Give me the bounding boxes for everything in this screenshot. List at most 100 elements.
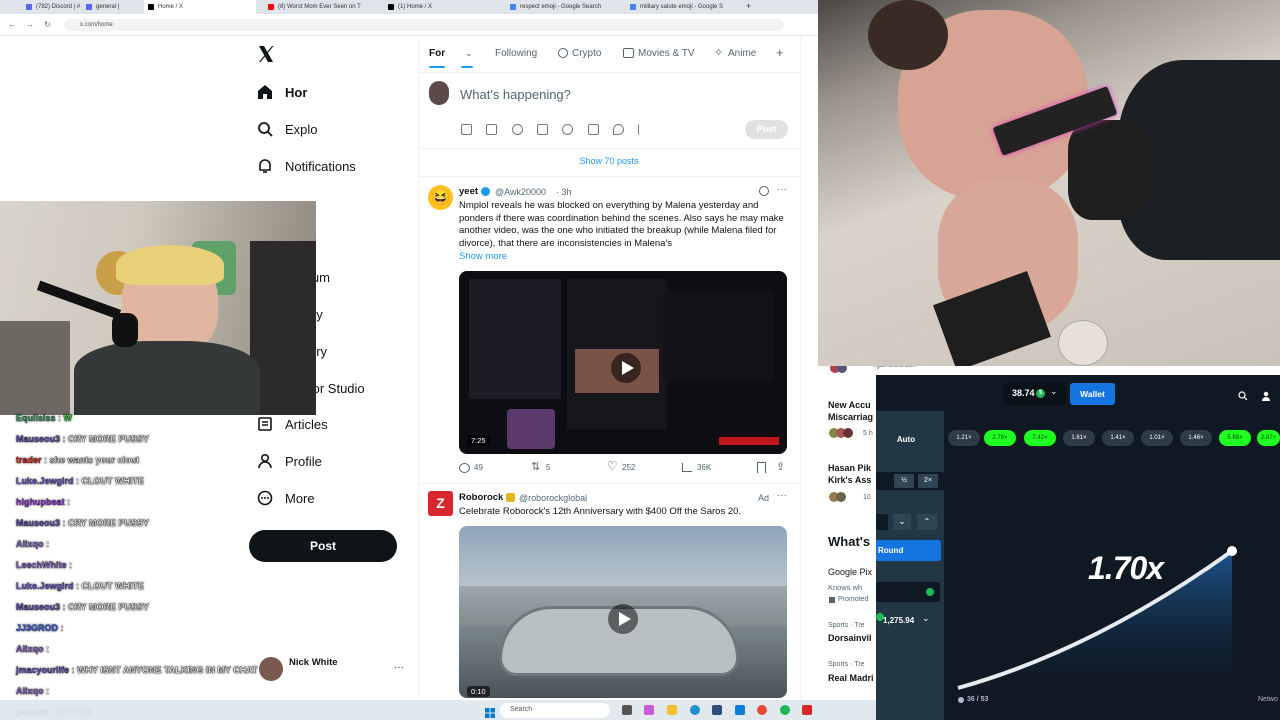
trend-title[interactable]: Real Madri xyxy=(828,673,874,683)
reply-icon[interactable] xyxy=(459,463,470,473)
tab-anime[interactable]: Anime xyxy=(728,48,756,59)
location-icon[interactable] xyxy=(613,124,624,135)
url-input[interactable]: x.com/home xyxy=(64,19,784,31)
wallet-button[interactable]: Wallet xyxy=(1070,383,1115,405)
poll-icon[interactable] xyxy=(537,124,548,135)
multiplier-pill[interactable]: 1.41× xyxy=(1102,430,1134,446)
post-button[interactable]: Post xyxy=(249,530,397,562)
chat-username[interactable]: Mauseou3 xyxy=(16,518,60,528)
tweet-video[interactable]: 7:25 xyxy=(459,271,787,454)
tweet-author-name[interactable]: yeet xyxy=(459,186,478,197)
trend-title[interactable]: Hasan Pik Kirk's Ass xyxy=(828,462,876,486)
tweet-time[interactable]: · 3h xyxy=(556,187,572,197)
taskbar-app-icon[interactable] xyxy=(644,705,654,715)
tweet-author-name[interactable]: Roborock xyxy=(459,492,503,503)
show-more-link[interactable]: Show more xyxy=(459,251,507,262)
share-icon[interactable]: ⇪ xyxy=(776,460,785,473)
auto-tab[interactable]: Auto xyxy=(884,430,928,450)
image-icon[interactable] xyxy=(461,124,472,135)
browser-tab[interactable]: respect emoji - Google Search xyxy=(506,0,622,14)
taskbar-app-icon[interactable] xyxy=(802,705,812,715)
spotify-icon[interactable] xyxy=(780,705,790,715)
like-icon[interactable]: ♡ xyxy=(607,459,618,473)
tweet-more-icon[interactable]: ··· xyxy=(777,184,787,195)
multiplier-pill[interactable]: 1.01× xyxy=(1141,430,1173,446)
play-button-icon[interactable] xyxy=(611,353,641,383)
chevron-down-icon[interactable]: ⌄ xyxy=(1050,386,1058,397)
stepper[interactable] xyxy=(876,514,888,530)
account-more-icon[interactable]: ··· xyxy=(394,662,404,673)
bookmark-icon[interactable] xyxy=(757,462,766,473)
tab-following[interactable]: Following xyxy=(495,48,537,59)
grok-icon[interactable] xyxy=(759,186,769,196)
add-tab-icon[interactable]: + xyxy=(776,45,784,60)
multiplier-pill[interactable]: 1.21× xyxy=(948,430,980,446)
multiplier-pill[interactable]: 1.46× xyxy=(1180,430,1212,446)
chrome-icon[interactable] xyxy=(757,705,767,715)
browser-tab-active[interactable]: Home / X xyxy=(144,0,256,14)
flag-icon[interactable] xyxy=(638,124,649,135)
ad-video[interactable]: 0:10 xyxy=(459,526,787,698)
trend-title[interactable]: New Accu Miscarriag xyxy=(828,399,876,423)
tweet-handle[interactable]: @Awk20000 xyxy=(495,187,546,197)
search-icon[interactable] xyxy=(1238,388,1248,401)
multiplier-pill[interactable]: 2.76× xyxy=(984,430,1016,446)
reload-icon[interactable]: ↻ xyxy=(44,20,51,29)
chat-username[interactable]: Mauseou3 xyxy=(16,602,60,612)
chat-username[interactable]: Equilsiss xyxy=(16,413,56,423)
play-button-icon[interactable] xyxy=(608,604,638,634)
new-tab-icon[interactable]: + xyxy=(746,1,751,11)
chevron-up-icon[interactable]: ⌃ xyxy=(917,514,937,530)
gif-icon[interactable] xyxy=(486,124,497,135)
trend-title[interactable]: Dorsainvil xyxy=(828,633,872,643)
file-explorer-icon[interactable] xyxy=(667,705,677,715)
browser-tab[interactable]: military salute emoji - Google S xyxy=(626,0,730,14)
nav-home[interactable]: Hor xyxy=(257,80,307,104)
chat-username[interactable]: LeechWhite xyxy=(16,560,67,570)
edge-icon[interactable] xyxy=(690,705,700,715)
windows-start-icon[interactable] xyxy=(485,705,495,718)
roborock-logo-icon[interactable]: Z xyxy=(428,491,453,516)
user-icon[interactable] xyxy=(1261,388,1271,401)
browser-tab[interactable]: general | xyxy=(82,0,144,14)
chevron-down-icon[interactable]: ⌄ xyxy=(922,613,930,624)
mail-icon[interactable] xyxy=(735,705,745,715)
emoji-icon[interactable] xyxy=(562,124,573,135)
tab-crypto[interactable]: Crypto xyxy=(572,48,601,59)
chevron-down-icon[interactable]: ⌄ xyxy=(893,514,911,530)
chat-username[interactable]: jmacyourlife xyxy=(16,665,69,675)
half-button[interactable]: ½ xyxy=(894,474,914,488)
repost-icon[interactable]: ⇅ xyxy=(531,460,540,473)
chat-username[interactable]: Alixqo xyxy=(16,644,44,654)
tweet-handle[interactable]: @roborockglobal xyxy=(519,493,587,503)
bet-round-button[interactable]: Round xyxy=(876,540,941,561)
chat-username[interactable]: highupbeat xyxy=(16,497,65,507)
task-view-icon[interactable] xyxy=(622,705,632,715)
back-arrow-icon[interactable]: ← xyxy=(8,20,16,29)
taskbar-app-icon[interactable] xyxy=(712,705,722,715)
browser-tab[interactable]: (8) Worst Mom Ever Seen on T xyxy=(264,0,380,14)
tab-movies-tv[interactable]: Movies & TV xyxy=(638,48,695,59)
chat-username[interactable]: JJ3GROD xyxy=(16,623,58,633)
multiplier-pill[interactable]: 5.68× xyxy=(1219,430,1251,446)
x-logo-icon[interactable] xyxy=(256,44,276,64)
nav-articles[interactable]: Articles xyxy=(257,412,328,436)
views-icon[interactable] xyxy=(682,463,692,472)
chat-username[interactable]: Alixqo xyxy=(16,539,44,549)
chat-username[interactable]: Mauseou3 xyxy=(16,434,60,444)
compose-input[interactable]: What's happening? xyxy=(460,87,571,102)
double-button[interactable]: 2× xyxy=(918,474,938,488)
chevron-down-icon[interactable]: ⌄ xyxy=(465,48,473,59)
browser-tab[interactable]: (1) Home / X xyxy=(384,0,494,14)
nav-profile[interactable]: Profile xyxy=(257,449,322,473)
nav-explore[interactable]: Explo xyxy=(257,117,318,141)
chat-username[interactable]: trader xyxy=(16,455,42,465)
promo-title[interactable]: Google Pix xyxy=(828,567,872,577)
multiplier-pill[interactable]: 2.87× xyxy=(1257,430,1280,446)
tweet-more-icon[interactable]: ··· xyxy=(777,490,787,501)
grok-icon[interactable] xyxy=(512,124,523,135)
show-posts-link[interactable]: Show 70 posts xyxy=(418,156,800,166)
multiplier-pill[interactable]: 7.42× xyxy=(1024,430,1056,446)
chat-username[interactable]: Luke.Jewgird xyxy=(16,476,74,486)
schedule-icon[interactable] xyxy=(588,124,599,135)
